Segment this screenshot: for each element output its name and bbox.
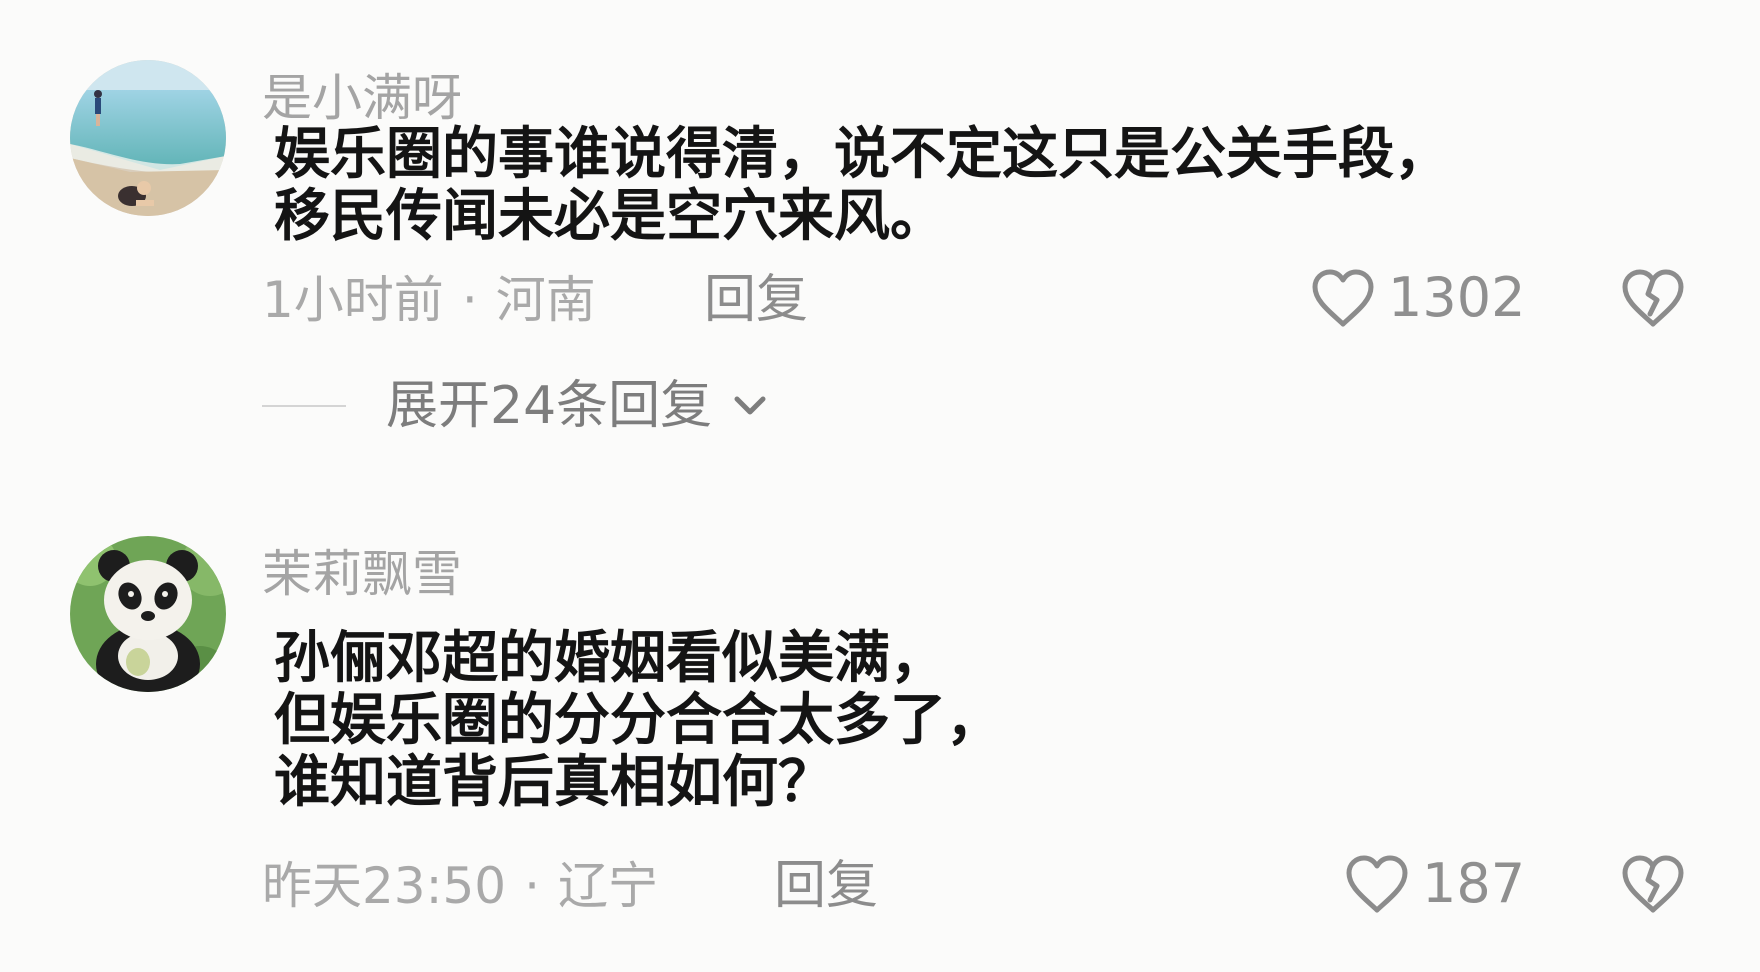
comment-text-line: 但娱乐圈的分分合合太多了， <box>274 688 1002 753</box>
comment-body: 孙俪邓超的婚姻看似美满， 但娱乐圈的分分合合太多了， 谁知道背后真相如何？ <box>274 628 1002 814</box>
like-button[interactable]: 1302 <box>1310 268 1525 328</box>
panda-avatar-icon <box>70 536 226 692</box>
comment-location: 河南 <box>495 271 596 329</box>
comment-meta: 1小时前 · 河南 <box>262 270 596 330</box>
comment-meta: 昨天23:50 · 辽宁 <box>262 856 658 916</box>
like-count: 1302 <box>1388 266 1526 329</box>
expand-replies-button[interactable]: 展开24条回复 <box>262 376 768 436</box>
chevron-down-icon <box>734 396 766 415</box>
dislike-button[interactable] <box>1620 268 1686 332</box>
comment-username[interactable]: 是小满呀 <box>262 68 462 128</box>
comment-text-line: 孙俪邓超的婚姻看似美满， <box>274 626 946 691</box>
comment-time: 昨天23:50 <box>262 857 507 915</box>
expand-replies-label: 展开24条回复 <box>386 376 713 436</box>
expand-divider <box>262 405 346 407</box>
beach-photo-avatar-icon <box>70 60 226 216</box>
comment-time: 1小时前 <box>262 271 444 329</box>
comment-username[interactable]: 茉莉飘雪 <box>262 544 462 604</box>
heart-outline-icon <box>1346 855 1408 913</box>
reply-button[interactable]: 回复 <box>774 856 878 916</box>
comment-location: 辽宁 <box>558 857 658 915</box>
dislike-button[interactable] <box>1620 854 1686 918</box>
like-button[interactable]: 187 <box>1344 854 1525 914</box>
comment-body: 娱乐圈的事谁说得清，说不定这只是公关手段， 移民传闻未必是空穴来风。 <box>274 124 1450 248</box>
like-count: 187 <box>1422 852 1526 915</box>
broken-heart-icon <box>1622 269 1684 327</box>
reply-button[interactable]: 回复 <box>704 270 808 330</box>
heart-outline-icon <box>1312 269 1374 327</box>
meta-separator: · <box>524 857 540 915</box>
comment-text-line: 娱乐圈的事谁说得清，说不定这只是公关手段， <box>274 122 1450 187</box>
comment-text-line: 移民传闻未必是空穴来风。 <box>274 184 946 249</box>
avatar[interactable] <box>70 60 226 216</box>
meta-separator: · <box>461 271 478 329</box>
avatar[interactable] <box>70 536 226 692</box>
comment-text-line: 谁知道背后真相如何？ <box>274 750 834 815</box>
broken-heart-icon <box>1622 855 1684 913</box>
